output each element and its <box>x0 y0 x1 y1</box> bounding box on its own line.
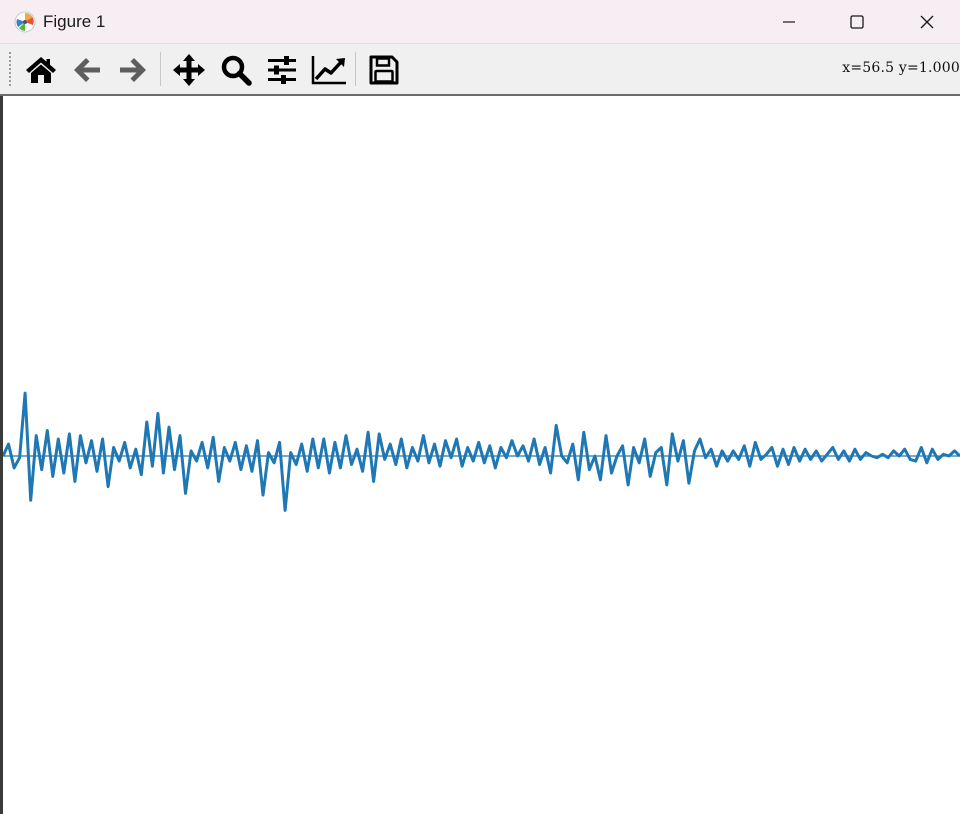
coordinate-readout: x=56.5 y=1.000 <box>842 60 960 76</box>
back-button[interactable] <box>67 50 107 90</box>
maximize-button[interactable] <box>822 0 892 44</box>
pan-button[interactable] <box>169 50 209 90</box>
matplotlib-icon <box>14 11 36 33</box>
window-left-edge <box>0 96 3 814</box>
minimize-icon <box>783 21 795 23</box>
zoom-button[interactable] <box>216 50 256 90</box>
edit-axis-button[interactable] <box>309 50 349 90</box>
magnifier-icon <box>221 55 252 86</box>
sliders-icon <box>268 56 296 84</box>
move-icon <box>173 54 205 86</box>
save-button[interactable] <box>364 50 404 90</box>
maximize-icon <box>850 15 864 29</box>
plot-canvas[interactable] <box>0 96 960 814</box>
window-title: Figure 1 <box>43 12 106 31</box>
arrow-left-icon <box>74 58 100 82</box>
floppy-disk-icon <box>369 55 399 85</box>
subplots-button[interactable] <box>262 50 302 90</box>
series-line <box>1 391 960 512</box>
line-chart-icon <box>311 56 346 85</box>
home-icon <box>26 57 56 83</box>
close-icon <box>920 15 934 29</box>
figure-window: Figure 1 x=56.5 y=1.000 <box>0 0 960 814</box>
home-button[interactable] <box>21 50 61 90</box>
forward-button[interactable] <box>113 50 153 90</box>
plot-area[interactable] <box>0 96 960 814</box>
toolbar-separator <box>160 52 161 86</box>
minimize-button[interactable] <box>754 0 824 44</box>
arrow-right-icon <box>120 58 146 82</box>
toolbar-grip[interactable] <box>9 52 13 86</box>
toolbar-separator <box>355 52 356 86</box>
navigation-toolbar: x=56.5 y=1.000 <box>0 44 960 94</box>
close-button[interactable] <box>892 0 960 44</box>
title-bar[interactable]: Figure 1 <box>0 0 960 44</box>
